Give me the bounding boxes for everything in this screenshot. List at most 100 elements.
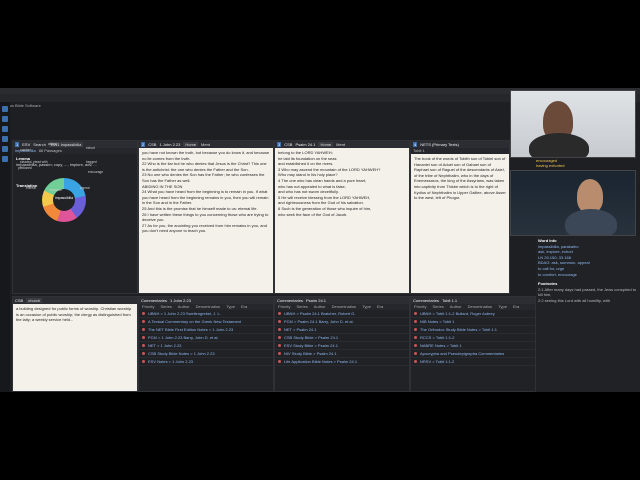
commentaries-title: Commentaries bbox=[277, 297, 304, 303]
search-icon[interactable] bbox=[2, 126, 8, 132]
commentary-row[interactable]: The Orthodox Study Bible Notes > Tobit 1… bbox=[411, 326, 535, 334]
commentary-row[interactable]: NET > Psalm 24.1 bbox=[275, 326, 409, 334]
column-header[interactable]: Era bbox=[377, 304, 383, 310]
tab-ment[interactable]: Ment bbox=[336, 142, 345, 148]
dictionary-search-term[interactable]: church bbox=[26, 297, 43, 304]
resource-icon bbox=[414, 312, 417, 315]
commentary-title[interactable]: Apocrypha and Pseudepigrapha Commentarie… bbox=[420, 351, 504, 357]
tab-home[interactable]: Home bbox=[183, 141, 199, 148]
reference-box[interactable]: Tobit 1 bbox=[413, 148, 425, 154]
tools-icon[interactable] bbox=[2, 156, 8, 162]
commentary-row[interactable]: PCM > Psalm 24.1 Barry, John D. et al. bbox=[275, 318, 409, 326]
commentary-title[interactable]: CSB Study Bible Notes > 1 John 2.23 bbox=[148, 351, 215, 357]
commentary-title[interactable]: NIB Notes > Tobit 1 bbox=[420, 319, 455, 325]
commentary-title[interactable]: NIV Study Bible > Psalm 24.1 bbox=[284, 351, 337, 357]
column-header[interactable]: Series bbox=[432, 304, 443, 310]
tab-home[interactable]: Home bbox=[318, 141, 334, 148]
commentary-row[interactable]: CSB Study Bible Notes > 1 John 2.23 bbox=[139, 350, 273, 358]
commentary-title[interactable]: NABRE Notes > Tobit 1 bbox=[420, 343, 462, 349]
person-figure bbox=[577, 179, 603, 213]
commentary-title[interactable]: UBNH > Tobit 1:1-2 Bullard, Roger Aubrey bbox=[420, 311, 495, 317]
commentary-title[interactable]: NET > Psalm 24.1 bbox=[284, 327, 317, 333]
commentaries-ref[interactable]: 1 John 2.23 bbox=[170, 298, 191, 304]
commentary-row[interactable]: ESV Notes > 1 John 2.23 bbox=[139, 358, 273, 366]
resource-name[interactable]: ESV bbox=[22, 142, 30, 148]
commentary-row[interactable]: Apocrypha and Pseudepigrapha Commentarie… bbox=[411, 350, 535, 358]
resource-icon bbox=[278, 344, 281, 347]
commentary-row[interactable]: UBNH > Psalm 24.1 Bratcher, Robert G. bbox=[275, 310, 409, 318]
commentary-title[interactable]: RCCS > Tobit 1:1-2 bbox=[420, 335, 455, 341]
word-info-item[interactable]: to comfort, encourage bbox=[538, 272, 638, 278]
tab-ment[interactable]: Ment bbox=[201, 142, 210, 148]
commentary-row[interactable]: UBNH > 1 John 2.23 Swellengrebel, J. L. bbox=[139, 310, 273, 318]
resource-name[interactable]: CSB bbox=[15, 298, 23, 304]
commentary-row[interactable]: ESV Study Bible > Psalm 24.1 bbox=[275, 342, 409, 350]
resource-name[interactable]: CSB bbox=[148, 142, 156, 148]
commentary-row[interactable]: NIV Study Bible > Psalm 24.1 bbox=[275, 350, 409, 358]
commentary-row[interactable]: Life Application Bible Notes > Psalm 24.… bbox=[275, 358, 409, 366]
commentary-row[interactable]: PCM > 1 John 2.23 Barry, John D. et al. bbox=[139, 334, 273, 342]
commentaries-ref[interactable]: Psalm 24.1 bbox=[306, 298, 326, 304]
resource-icon bbox=[278, 360, 281, 363]
commentary-row[interactable]: The NET Bible First Edition Notes > 1 Jo… bbox=[139, 326, 273, 334]
commentary-title[interactable]: The NET Bible First Edition Notes > 1 Jo… bbox=[148, 327, 233, 333]
commentary-row[interactable]: RCCS > Tobit 1:1-2 bbox=[411, 334, 535, 342]
library-icon[interactable] bbox=[2, 116, 8, 122]
translation-donut-chart[interactable] bbox=[42, 178, 86, 222]
column-header[interactable]: Series bbox=[160, 304, 171, 310]
column-header[interactable]: Denomination bbox=[468, 304, 493, 310]
commentary-row[interactable]: UBNH > Tobit 1:1-2 Bullard, Roger Aubrey bbox=[411, 310, 535, 318]
column-header[interactable]: Priority bbox=[278, 304, 290, 310]
webcam-guest bbox=[510, 170, 636, 236]
left-toolbar bbox=[0, 102, 10, 392]
commentary-title[interactable]: NRSV > Tobit 1:1-2 bbox=[420, 359, 454, 365]
column-header[interactable]: Series bbox=[296, 304, 307, 310]
column-header[interactable]: Author bbox=[178, 304, 190, 310]
commentary-row[interactable]: CSB Study Bible > Psalm 24.1 bbox=[275, 334, 409, 342]
resource-icon bbox=[278, 320, 281, 323]
column-header[interactable]: Priority bbox=[414, 304, 426, 310]
column-header[interactable]: Type bbox=[498, 304, 507, 310]
bible-panel-psalm: 3 CSB Psalm 24.1 Home Ment belong to the… bbox=[274, 140, 410, 294]
column-header[interactable]: Denomination bbox=[332, 304, 357, 310]
guides-icon[interactable] bbox=[2, 146, 8, 152]
tobit-paragraph: The book of the words of Tobith son of T… bbox=[414, 156, 506, 201]
commentary-title[interactable]: PCM > 1 John 2.23 Barry, John D. et al. bbox=[148, 335, 219, 341]
reference-box[interactable]: 1 John 2.23 bbox=[159, 142, 180, 148]
commentary-title[interactable]: A Textual Commentary on the Greek New Te… bbox=[148, 319, 241, 325]
commentary-row[interactable]: NIB Notes > Tobit 1 bbox=[411, 318, 535, 326]
resource-name[interactable]: NETS (Primary Texts) bbox=[420, 142, 459, 148]
resource-icon bbox=[414, 344, 417, 347]
donut-segment-label: begged bbox=[86, 160, 97, 164]
column-header[interactable]: Denomination bbox=[196, 304, 221, 310]
commentary-title[interactable]: CSB Study Bible > Psalm 24.1 bbox=[284, 335, 338, 341]
commentary-title[interactable]: NET > 1 John 2.23 bbox=[148, 343, 181, 349]
home-icon[interactable] bbox=[2, 106, 8, 112]
commentary-row[interactable]: NET > 1 John 2.23 bbox=[139, 342, 273, 350]
commentary-row[interactable]: NABRE Notes > Tobit 1 bbox=[411, 342, 535, 350]
resource-icon bbox=[142, 352, 145, 355]
column-header[interactable]: Type bbox=[226, 304, 235, 310]
resource-name[interactable]: CSB bbox=[284, 142, 292, 148]
commentary-title[interactable]: Life Application Bible Notes > Psalm 24.… bbox=[284, 359, 357, 365]
reference-box[interactable]: Psalm 24.1 bbox=[295, 142, 315, 148]
column-header[interactable]: Era bbox=[241, 304, 247, 310]
commentary-row[interactable]: NRSV > Tobit 1:1-2 bbox=[411, 358, 535, 366]
column-header[interactable]: Type bbox=[362, 304, 371, 310]
commentaries-ref[interactable]: Tobit 1.1 bbox=[442, 298, 457, 304]
column-header[interactable]: Author bbox=[450, 304, 462, 310]
commentary-title[interactable]: PCM > Psalm 24.1 Barry, John D. et al. bbox=[284, 319, 354, 325]
donut-segment-label: encourage bbox=[88, 170, 104, 174]
commentaries-panel-3: Commentaries Tobit 1.1 Priority Series Auth… bbox=[410, 296, 536, 392]
column-header[interactable]: Era bbox=[513, 304, 519, 310]
commentary-title[interactable]: UBNH > 1 John 2.23 Swellengrebel, J. L. bbox=[148, 311, 221, 317]
tab-search[interactable]: Search bbox=[33, 142, 46, 148]
commentary-title[interactable]: ESV Notes > 1 John 2.23 bbox=[148, 359, 193, 365]
docs-icon[interactable] bbox=[2, 136, 8, 142]
commentary-title[interactable]: The Orthodox Study Bible Notes > Tobit 1… bbox=[420, 327, 497, 333]
commentary-title[interactable]: ESV Study Bible > Psalm 24.1 bbox=[284, 343, 338, 349]
column-header[interactable]: Priority bbox=[142, 304, 154, 310]
commentary-row[interactable]: A Textual Commentary on the Greek New Te… bbox=[139, 318, 273, 326]
column-header[interactable]: Author bbox=[314, 304, 326, 310]
commentary-title[interactable]: UBNH > Psalm 24.1 Bratcher, Robert G. bbox=[284, 311, 355, 317]
